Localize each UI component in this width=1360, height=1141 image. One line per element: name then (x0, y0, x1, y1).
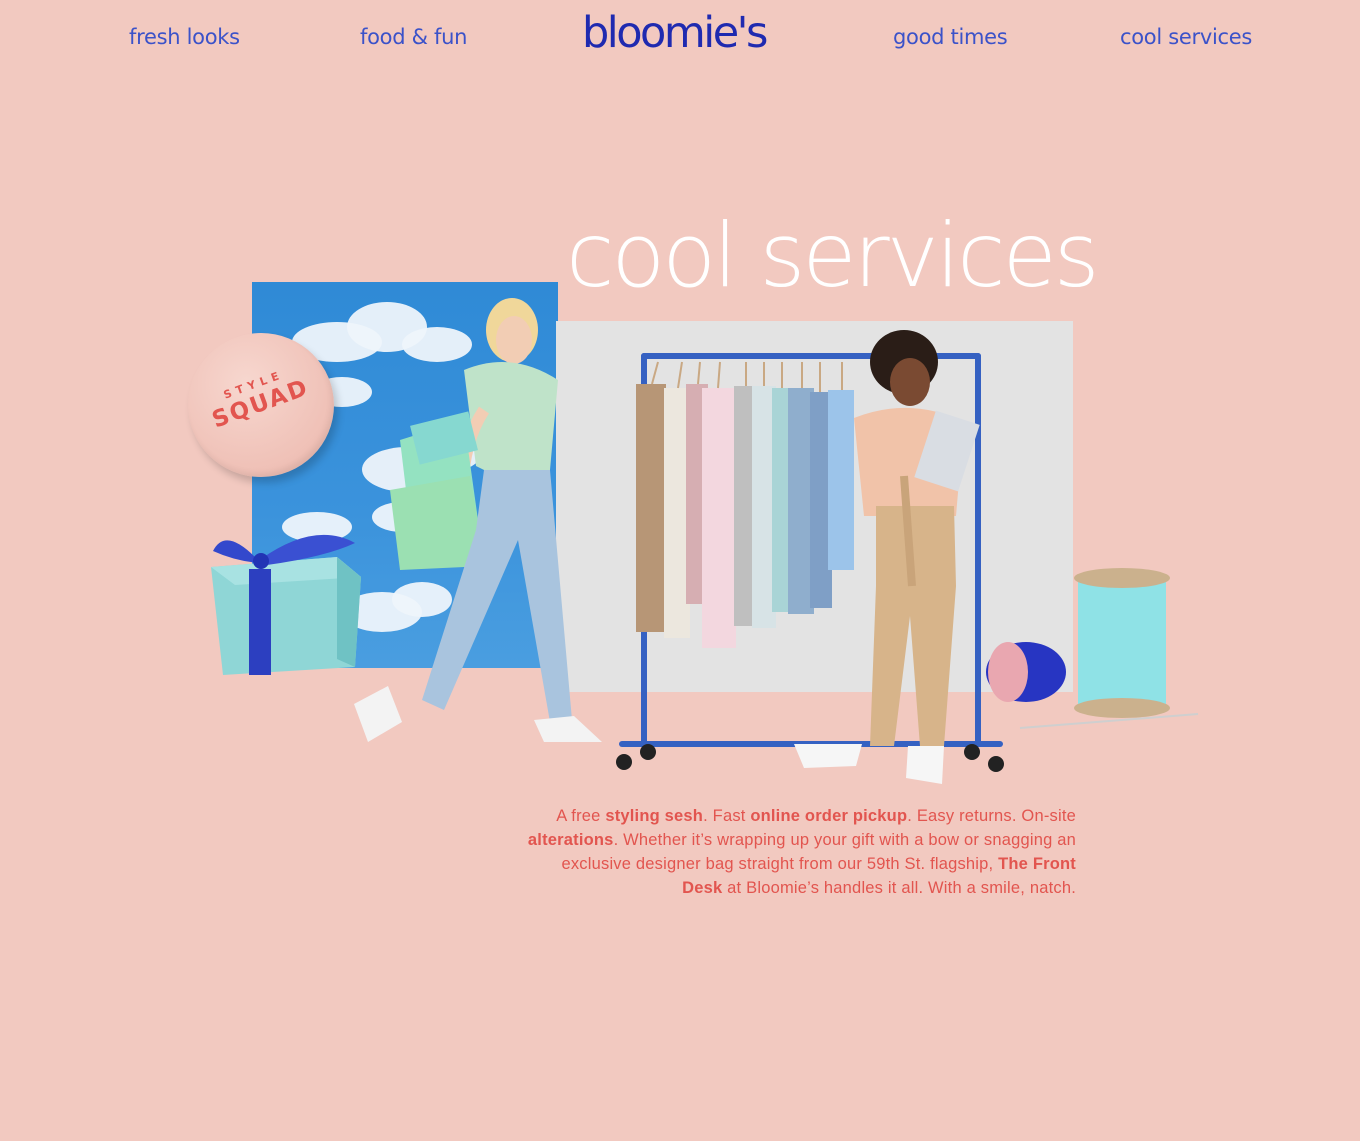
nav-link-good-times[interactable]: good times (893, 22, 1008, 56)
nav-link-cool-services[interactable]: cool services (1120, 22, 1252, 56)
copy-text-3: . Easy returns. On-site (907, 807, 1076, 825)
section-title: cool services (566, 204, 1100, 307)
copy-text-5: at Bloomie’s handles it all. With a smil… (722, 879, 1076, 897)
nav-link-fresh-looks[interactable]: fresh looks (129, 22, 240, 56)
bloomies-logo[interactable]: bloomie's (582, 8, 778, 58)
logo-wordmark: bloomie's (582, 8, 768, 58)
styling-sesh-highlight: styling sesh (605, 807, 704, 825)
top-navigation: fresh looks food & fun bloomie's good ti… (0, 0, 1360, 76)
gift-box-icon (211, 534, 361, 675)
copy-text-2: . Fast (703, 807, 751, 825)
online-order-pickup-highlight: online order pickup (750, 807, 908, 825)
shopper-woman-figure (354, 298, 602, 742)
copy-text-1: A free (556, 807, 606, 825)
thread-spools-icon (986, 568, 1199, 729)
stylist-woman-figure (794, 330, 980, 784)
alterations-highlight: alterations (527, 831, 614, 849)
style-squad-badge: STYLE SQUAD (188, 333, 334, 477)
services-description: A free styling sesh. Fast online order p… (520, 804, 1076, 900)
nav-link-food-and-fun[interactable]: food & fun (360, 22, 467, 56)
